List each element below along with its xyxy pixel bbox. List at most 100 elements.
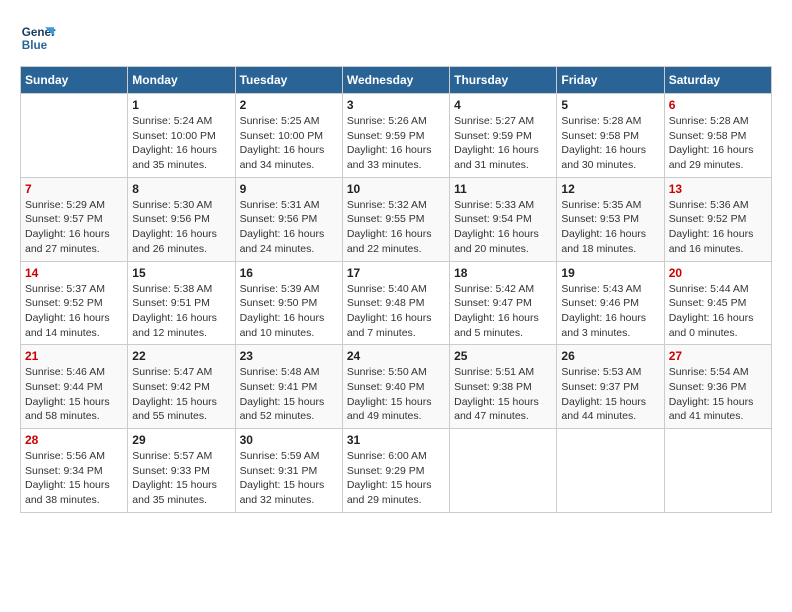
calendar-cell: 1 Sunrise: 5:24 AMSunset: 10:00 PMDayligh… [128, 94, 235, 178]
calendar-cell [450, 429, 557, 513]
day-number: 12 [561, 182, 659, 196]
day-info: Sunrise: 5:36 AMSunset: 9:52 PMDaylight:… [669, 198, 767, 257]
calendar-cell: 20 Sunrise: 5:44 AMSunset: 9:45 PMDayligh… [664, 261, 771, 345]
day-number: 23 [240, 349, 338, 363]
day-info: Sunrise: 5:33 AMSunset: 9:54 PMDaylight:… [454, 198, 552, 257]
calendar-cell: 26 Sunrise: 5:53 AMSunset: 9:37 PMDayligh… [557, 345, 664, 429]
day-number: 17 [347, 266, 445, 280]
day-number: 19 [561, 266, 659, 280]
day-info: Sunrise: 6:00 AMSunset: 9:29 PMDaylight:… [347, 449, 445, 508]
calendar-cell: 15 Sunrise: 5:38 AMSunset: 9:51 PMDayligh… [128, 261, 235, 345]
day-info: Sunrise: 5:30 AMSunset: 9:56 PMDaylight:… [132, 198, 230, 257]
day-number: 24 [347, 349, 445, 363]
col-header-friday: Friday [557, 67, 664, 94]
day-info: Sunrise: 5:29 AMSunset: 9:57 PMDaylight:… [25, 198, 123, 257]
day-info: Sunrise: 5:31 AMSunset: 9:56 PMDaylight:… [240, 198, 338, 257]
calendar-cell: 16 Sunrise: 5:39 AMSunset: 9:50 PMDayligh… [235, 261, 342, 345]
day-number: 20 [669, 266, 767, 280]
day-number: 13 [669, 182, 767, 196]
day-info: Sunrise: 5:39 AMSunset: 9:50 PMDaylight:… [240, 282, 338, 341]
day-number: 18 [454, 266, 552, 280]
calendar-table: SundayMondayTuesdayWednesdayThursdayFrid… [20, 66, 772, 513]
calendar-cell: 31 Sunrise: 6:00 AMSunset: 9:29 PMDayligh… [342, 429, 449, 513]
calendar-cell: 23Sunrise: 5:48 AMSunset: 9:41 PMDayligh… [235, 345, 342, 429]
page-header: General Blue [20, 20, 772, 56]
day-info: Sunrise: 5:44 AMSunset: 9:45 PMDaylight:… [669, 282, 767, 341]
calendar-week-4: 21Sunrise: 5:46 AMSunset: 9:44 PMDayligh… [21, 345, 772, 429]
day-number: 5 [561, 98, 659, 112]
day-info: Sunrise: 5:25 AMSunset: 10:00 PMDaylight… [240, 114, 338, 173]
day-info: Sunrise: 5:56 AMSunset: 9:34 PMDaylight:… [25, 449, 123, 508]
calendar-cell: 18 Sunrise: 5:42 AMSunset: 9:47 PMDayligh… [450, 261, 557, 345]
calendar-week-5: 28 Sunrise: 5:56 AMSunset: 9:34 PMDayligh… [21, 429, 772, 513]
day-number: 29 [132, 433, 230, 447]
day-info: Sunrise: 5:54 AMSunset: 9:36 PMDaylight:… [669, 365, 767, 424]
calendar-cell: 10 Sunrise: 5:32 AMSunset: 9:55 PMDayligh… [342, 177, 449, 261]
logo-icon: General Blue [20, 20, 56, 56]
svg-text:Blue: Blue [22, 39, 48, 52]
day-info: Sunrise: 5:50 AMSunset: 9:40 PMDaylight:… [347, 365, 445, 424]
calendar-cell: 27 Sunrise: 5:54 AMSunset: 9:36 PMDayligh… [664, 345, 771, 429]
day-info: Sunrise: 5:57 AMSunset: 9:33 PMDaylight:… [132, 449, 230, 508]
day-info: Sunrise: 5:47 AMSunset: 9:42 PMDaylight:… [132, 365, 230, 424]
day-info: Sunrise: 5:24 AMSunset: 10:00 PMDaylight… [132, 114, 230, 173]
day-number: 6 [669, 98, 767, 112]
calendar-cell: 28 Sunrise: 5:56 AMSunset: 9:34 PMDayligh… [21, 429, 128, 513]
day-info: Sunrise: 5:38 AMSunset: 9:51 PMDaylight:… [132, 282, 230, 341]
day-info: Sunrise: 5:59 AMSunset: 9:31 PMDaylight:… [240, 449, 338, 508]
col-header-tuesday: Tuesday [235, 67, 342, 94]
day-number: 31 [347, 433, 445, 447]
calendar-cell: 6 Sunrise: 5:28 AMSunset: 9:58 PMDaylight… [664, 94, 771, 178]
calendar-cell: 19Sunrise: 5:43 AMSunset: 9:46 PMDayligh… [557, 261, 664, 345]
day-number: 3 [347, 98, 445, 112]
day-info: Sunrise: 5:26 AMSunset: 9:59 PMDaylight:… [347, 114, 445, 173]
day-info: Sunrise: 5:28 AMSunset: 9:58 PMDaylight:… [669, 114, 767, 173]
calendar-cell: 12 Sunrise: 5:35 AMSunset: 9:53 PMDayligh… [557, 177, 664, 261]
day-info: Sunrise: 5:27 AMSunset: 9:59 PMDaylight:… [454, 114, 552, 173]
calendar-cell: 4 Sunrise: 5:27 AMSunset: 9:59 PMDaylight… [450, 94, 557, 178]
day-info: Sunrise: 5:46 AMSunset: 9:44 PMDaylight:… [25, 365, 123, 424]
calendar-week-1: 1 Sunrise: 5:24 AMSunset: 10:00 PMDayligh… [21, 94, 772, 178]
day-info: Sunrise: 5:37 AMSunset: 9:52 PMDaylight:… [25, 282, 123, 341]
day-number: 25 [454, 349, 552, 363]
day-number: 27 [669, 349, 767, 363]
day-number: 22 [132, 349, 230, 363]
calendar-cell: 7 Sunrise: 5:29 AMSunset: 9:57 PMDaylight… [21, 177, 128, 261]
day-info: Sunrise: 5:53 AMSunset: 9:37 PMDaylight:… [561, 365, 659, 424]
calendar-cell: 17 Sunrise: 5:40 AMSunset: 9:48 PMDayligh… [342, 261, 449, 345]
day-number: 9 [240, 182, 338, 196]
col-header-wednesday: Wednesday [342, 67, 449, 94]
day-number: 16 [240, 266, 338, 280]
day-info: Sunrise: 5:40 AMSunset: 9:48 PMDaylight:… [347, 282, 445, 341]
day-number: 15 [132, 266, 230, 280]
day-number: 1 [132, 98, 230, 112]
day-info: Sunrise: 5:32 AMSunset: 9:55 PMDaylight:… [347, 198, 445, 257]
calendar-cell: 11 Sunrise: 5:33 AMSunset: 9:54 PMDayligh… [450, 177, 557, 261]
day-number: 7 [25, 182, 123, 196]
col-header-sunday: Sunday [21, 67, 128, 94]
day-number: 26 [561, 349, 659, 363]
calendar-week-3: 14 Sunrise: 5:37 AMSunset: 9:52 PMDayligh… [21, 261, 772, 345]
calendar-cell: 24 Sunrise: 5:50 AMSunset: 9:40 PMDayligh… [342, 345, 449, 429]
day-number: 11 [454, 182, 552, 196]
day-info: Sunrise: 5:42 AMSunset: 9:47 PMDaylight:… [454, 282, 552, 341]
day-number: 10 [347, 182, 445, 196]
day-number: 28 [25, 433, 123, 447]
day-number: 8 [132, 182, 230, 196]
col-header-monday: Monday [128, 67, 235, 94]
day-number: 30 [240, 433, 338, 447]
day-info: Sunrise: 5:35 AMSunset: 9:53 PMDaylight:… [561, 198, 659, 257]
calendar-cell: 9 Sunrise: 5:31 AMSunset: 9:56 PMDaylight… [235, 177, 342, 261]
calendar-cell: 5 Sunrise: 5:28 AMSunset: 9:58 PMDaylight… [557, 94, 664, 178]
calendar-cell [557, 429, 664, 513]
day-info: Sunrise: 5:28 AMSunset: 9:58 PMDaylight:… [561, 114, 659, 173]
day-number: 4 [454, 98, 552, 112]
day-number: 14 [25, 266, 123, 280]
calendar-cell: 25Sunrise: 5:51 AMSunset: 9:38 PMDayligh… [450, 345, 557, 429]
calendar-week-2: 7 Sunrise: 5:29 AMSunset: 9:57 PMDaylight… [21, 177, 772, 261]
calendar-cell [21, 94, 128, 178]
calendar-cell: 22 Sunrise: 5:47 AMSunset: 9:42 PMDayligh… [128, 345, 235, 429]
calendar-cell: 13 Sunrise: 5:36 AMSunset: 9:52 PMDayligh… [664, 177, 771, 261]
calendar-cell: 8 Sunrise: 5:30 AMSunset: 9:56 PMDaylight… [128, 177, 235, 261]
calendar-cell: 14 Sunrise: 5:37 AMSunset: 9:52 PMDayligh… [21, 261, 128, 345]
